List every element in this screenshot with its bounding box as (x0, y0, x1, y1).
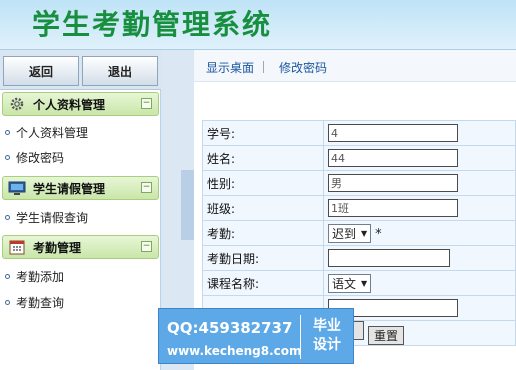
section-leave-management[interactable]: 学生请假管理 − (2, 176, 159, 200)
student-id-field[interactable]: 4 (328, 124, 458, 142)
reset-button[interactable]: 重置 (368, 326, 404, 345)
form-row: 学号: 4 (202, 120, 516, 146)
gear-icon (7, 96, 27, 112)
top-nav: 显示桌面 修改密码 (194, 50, 516, 82)
calendar-icon (7, 239, 27, 255)
bullet-icon (5, 129, 10, 135)
watermark-banner: QQ:459382737 www.kecheng8.com 毕业 设计 (158, 308, 354, 364)
menu-item-attendance-query[interactable]: 考勤查询 (5, 293, 64, 311)
class-field[interactable]: 1班 (328, 199, 458, 217)
name-field[interactable]: 44 (328, 149, 458, 167)
bullet-icon (5, 299, 10, 305)
section-title: 学生请假管理 (33, 181, 106, 196)
watermark-divider (300, 315, 301, 359)
monitor-icon (7, 180, 27, 196)
sidebar-toolbar: 返回 退出 (0, 50, 161, 90)
form-row: 考勤日期: (202, 245, 516, 271)
app-title: 学生考勤管理系统 (32, 8, 273, 41)
change-password-link[interactable]: 修改密码 (279, 59, 327, 76)
collapse-icon[interactable]: − (141, 98, 152, 109)
show-desktop-link[interactable]: 显示桌面 (206, 59, 254, 76)
gender-field[interactable]: 男 (328, 174, 458, 192)
section-title: 个人资料管理 (33, 97, 106, 112)
section-attendance-management[interactable]: 考勤管理 − (2, 235, 159, 259)
splitter-handle[interactable] (181, 170, 194, 240)
attendance-select[interactable]: 迟到 ▼ (328, 223, 372, 243)
menu-item-attendance-add[interactable]: 考勤添加 (5, 267, 64, 285)
course-select[interactable]: 语文 ▼ (328, 273, 372, 293)
menu-item-label: 考勤查询 (16, 295, 65, 310)
field-label: 学号: (202, 120, 324, 146)
watermark-badge-line2: 设计 (313, 337, 341, 353)
menu-item-label: 修改密码 (16, 150, 65, 165)
form-row: 性别: 男 (202, 170, 516, 196)
menu-item-label: 学生请假查询 (16, 210, 89, 225)
back-button[interactable]: 返回 (3, 56, 79, 86)
exit-button[interactable]: 退出 (82, 56, 158, 86)
bullet-icon (5, 273, 10, 279)
field-label: 考勤日期: (202, 245, 324, 271)
chevron-down-icon: ▼ (361, 278, 368, 288)
menu-item-label: 个人资料管理 (16, 125, 89, 140)
form-row: 姓名: 44 (202, 145, 516, 171)
menu-item-label: 考勤添加 (16, 269, 65, 284)
collapse-icon[interactable]: − (141, 182, 152, 193)
menu-item-leave-query[interactable]: 学生请假查询 (5, 208, 88, 226)
field-label: 姓名: (202, 145, 324, 171)
field-label: 课程名称: (202, 270, 324, 296)
attendance-date-field[interactable] (328, 249, 450, 267)
field-label: 班级: (202, 195, 324, 221)
menu-item-personal-info[interactable]: 个人资料管理 (5, 123, 88, 141)
attendance-selected: 迟到 (332, 226, 357, 241)
field-label: 考勤: (202, 220, 324, 246)
bullet-icon (5, 154, 10, 160)
field-label: 性别: (202, 170, 324, 196)
watermark-qq: QQ:459382737 (167, 319, 293, 337)
section-personal-info[interactable]: 个人资料管理 − (2, 92, 159, 116)
section-title: 考勤管理 (33, 240, 82, 255)
sidebar: 返回 退出 个人资料管理 − 个人资料管理 修改密码 学生请假管理 − 学生请假… (0, 50, 161, 370)
collapse-icon[interactable]: − (141, 241, 152, 252)
form-row: 班级: 1班 (202, 195, 516, 221)
app-header: 学生考勤管理系统 (0, 0, 516, 50)
bullet-icon (5, 214, 10, 220)
course-selected: 语文 (332, 276, 357, 291)
watermark-badge-line1: 毕业 (313, 318, 341, 334)
nav-divider (263, 61, 264, 73)
form-row: 课程名称: 语文 ▼ (202, 270, 516, 296)
watermark-url: www.kecheng8.com (167, 344, 302, 358)
watermark-badge: 毕业 设计 (307, 317, 347, 355)
chevron-down-icon: ▼ (361, 228, 368, 238)
menu-item-change-password[interactable]: 修改密码 (5, 148, 64, 166)
form-row: 考勤: 迟到 ▼ * (202, 220, 516, 246)
required-marker: * (375, 226, 382, 242)
